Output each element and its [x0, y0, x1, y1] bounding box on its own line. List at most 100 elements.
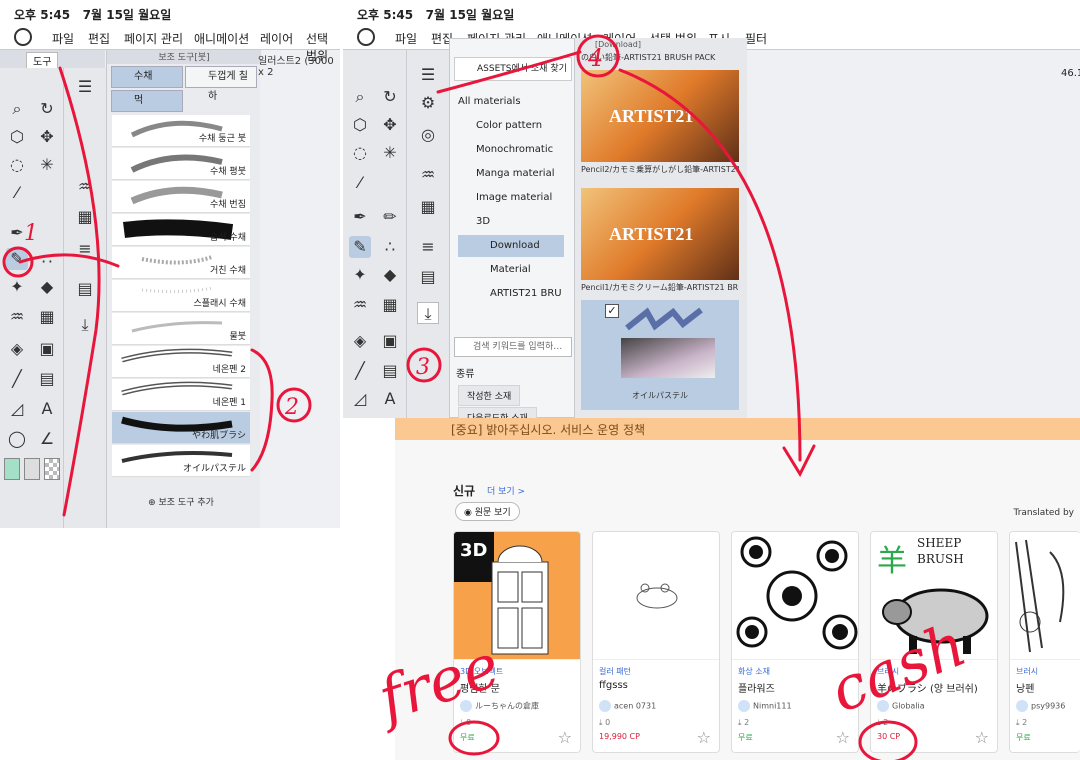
balloon-icon[interactable]: ◯ — [6, 428, 28, 450]
tree-item-3d[interactable]: 3D — [476, 211, 490, 233]
frame-icon[interactable]: ▤ — [36, 368, 58, 390]
layer-property-icon[interactable]: ☰ — [74, 76, 96, 98]
figure-icon[interactable]: ╱ — [6, 368, 28, 390]
text-icon[interactable]: A — [36, 398, 58, 420]
view-original-button[interactable]: ◉ 원문 보기 — [455, 502, 520, 521]
brush-item[interactable]: 스플래시 수채 — [112, 280, 250, 312]
asset-card[interactable]: 컬러 패턴 ffgsss acen 0731 ⤓ 0 19,990 CP ☆ — [592, 531, 720, 753]
ruler-tool-icon[interactable]: ◿ — [6, 398, 28, 420]
favorite-star-icon[interactable]: ☆ — [975, 728, 989, 747]
brush-item[interactable]: 수채 평붓 — [112, 148, 250, 180]
app-logo-icon[interactable] — [357, 28, 375, 46]
menu-layer[interactable]: 레이어 — [260, 30, 293, 47]
object-icon[interactable]: ⬡ — [349, 114, 371, 136]
asset-author[interactable]: ルーちゃんの倉庫 — [460, 700, 539, 712]
add-sub-tool-button[interactable]: ⊕ 보조 도구 추가 — [112, 492, 250, 514]
gradient-icon[interactable]: ▣ — [379, 330, 401, 352]
brush-item[interactable]: 물붓 — [112, 313, 250, 345]
layer-property-icon[interactable]: ☰ — [417, 64, 439, 86]
asset-title[interactable]: ffgsss — [599, 680, 628, 691]
menu-page[interactable]: 페이지 관리 — [124, 30, 183, 47]
main-color-swatch[interactable] — [4, 458, 20, 480]
brush-item[interactable]: オイルパステル — [112, 445, 250, 477]
menu-animation[interactable]: 애니메이션 — [194, 30, 249, 47]
asset-author[interactable]: psy9936 — [1016, 700, 1065, 712]
menu-edit[interactable]: 편집 — [88, 30, 110, 47]
panel-icon[interactable]: ▤ — [74, 278, 96, 300]
asset-title[interactable]: 낭펜 — [1016, 680, 1034, 695]
asset-author[interactable]: acen 0731 — [599, 700, 656, 712]
eraser-icon[interactable]: ◆ — [36, 276, 58, 298]
download-icon[interactable]: ⤓ — [74, 314, 96, 336]
frame-icon[interactable]: ▤ — [379, 360, 401, 382]
see-more-link[interactable]: 더 보기 > — [487, 484, 525, 497]
tree-item-color-pattern[interactable]: Color pattern — [476, 115, 542, 137]
magic-wand-icon[interactable]: ✳ — [36, 154, 58, 176]
sub-tab-watercolor[interactable]: 수채 — [111, 66, 183, 88]
airbrush-icon[interactable]: ∴ — [379, 236, 401, 258]
find-assets-button[interactable]: ASSETS에서 소재 찾기 — [454, 57, 572, 81]
ruler-tool-icon[interactable]: ◿ — [349, 388, 371, 410]
blend-icon[interactable]: ♒ — [349, 294, 371, 316]
blend-drop-icon[interactable]: ♒ — [74, 176, 96, 198]
decoration-icon[interactable]: ✦ — [349, 264, 371, 286]
stack-icon[interactable]: ≡ — [417, 236, 439, 258]
notice-banner[interactable]: [중요] 밝아주십시오. 서비스 운영 정책 — [395, 418, 1080, 440]
tree-item-material[interactable]: Material — [490, 259, 531, 281]
rotate-icon[interactable]: ↻ — [379, 86, 401, 108]
favorite-star-icon[interactable]: ☆ — [558, 728, 572, 747]
brush-item[interactable]: 수채 둥근 붓 — [112, 115, 250, 147]
text-icon[interactable]: A — [379, 388, 401, 410]
blend-icon[interactable]: ♒ — [6, 306, 28, 328]
asset-title[interactable]: 羊のブラシ (양 브러쉬) — [877, 680, 978, 695]
pen-icon[interactable]: ✒ — [6, 222, 28, 244]
brush-item[interactable]: 습식 수채 — [112, 214, 250, 246]
pen-icon[interactable]: ✒ — [349, 206, 371, 228]
eyedropper-icon[interactable]: ⁄ — [349, 172, 371, 194]
download-icon[interactable]: ⤓ — [417, 302, 439, 324]
grid-icon[interactable]: ▦ — [417, 196, 439, 218]
lasso-icon[interactable]: ◌ — [349, 142, 371, 164]
tree-item-monochromatic[interactable]: Monochromatic — [476, 139, 553, 161]
eraser-icon[interactable]: ◆ — [379, 264, 401, 286]
grid-icon[interactable]: ▦ — [74, 206, 96, 228]
sub-color-swatch[interactable] — [24, 458, 40, 480]
panel-icon[interactable]: ▤ — [417, 266, 439, 288]
asset-author[interactable]: Globalia — [877, 700, 925, 712]
magic-wand-icon[interactable]: ✳ — [379, 142, 401, 164]
check-icon[interactable]: ✓ — [605, 304, 619, 318]
tree-item-all[interactable]: All materials — [458, 91, 521, 113]
menu-file[interactable]: 파일 — [395, 30, 417, 47]
sub-tab-thick-paint[interactable]: 두껍게 칠하 — [185, 66, 257, 102]
tree-item-download[interactable]: Download — [458, 235, 564, 257]
asset-author[interactable]: Nimni111 — [738, 700, 792, 712]
move-icon[interactable]: ✥ — [379, 114, 401, 136]
app-logo-icon[interactable] — [14, 28, 32, 46]
favorite-star-icon[interactable]: ☆ — [836, 728, 850, 747]
object-icon[interactable]: ⬡ — [6, 126, 28, 148]
thumbnail-item[interactable]: ARTIST21 Pencil2/カモミ乗算がしがし鉛筆-ARTIST21 BR… — [581, 70, 739, 177]
gradient-icon[interactable]: ▣ — [36, 338, 58, 360]
pencil-icon[interactable]: ✏ — [379, 206, 401, 228]
zoom-icon[interactable]: ⌕ — [6, 98, 28, 120]
rotate-icon[interactable]: ↻ — [36, 98, 58, 120]
brush-item[interactable]: 수채 번짐 — [112, 181, 250, 213]
tree-item-image[interactable]: Image material — [476, 187, 552, 209]
thumbnail-item[interactable]: ARTIST21 Pencil1/カモミクリーム鉛筆-ARTIST21 BRUS… — [581, 188, 739, 295]
brush-item-selected[interactable]: やわ肌ブラシ — [112, 412, 250, 444]
stack-icon[interactable]: ≡ — [74, 238, 96, 260]
decoration-icon[interactable]: ✦ — [6, 276, 28, 298]
blend-drop-icon[interactable]: ♒ — [417, 164, 439, 186]
tree-item-manga[interactable]: Manga material — [476, 163, 555, 185]
asset-card[interactable]: 羊 SHEEP BRUSH 브러시 羊のブラシ (양 브러쉬) Globalia… — [870, 531, 998, 753]
brush-icon[interactable]: ✎ — [6, 248, 28, 270]
asset-card[interactable]: 브러시 낭펜 psy9936 ⤓ 2 무료 — [1009, 531, 1080, 753]
favorite-star-icon[interactable]: ☆ — [697, 728, 711, 747]
asset-card[interactable]: 3D 3D 오브젝트 평범한 문 ルーちゃんの倉庫 ⤓ 0 무료 ☆ — [453, 531, 581, 753]
sub-tab-ink[interactable]: 먹 — [111, 90, 183, 112]
airbrush-icon[interactable]: ∴ — [36, 248, 58, 270]
correction-icon[interactable]: ∠ — [36, 428, 58, 450]
thumbnail-item-selected[interactable]: ✓ オイルパステル — [581, 300, 739, 410]
eyedropper-icon[interactable]: ⁄ — [6, 182, 28, 204]
move-icon[interactable]: ✥ — [36, 126, 58, 148]
